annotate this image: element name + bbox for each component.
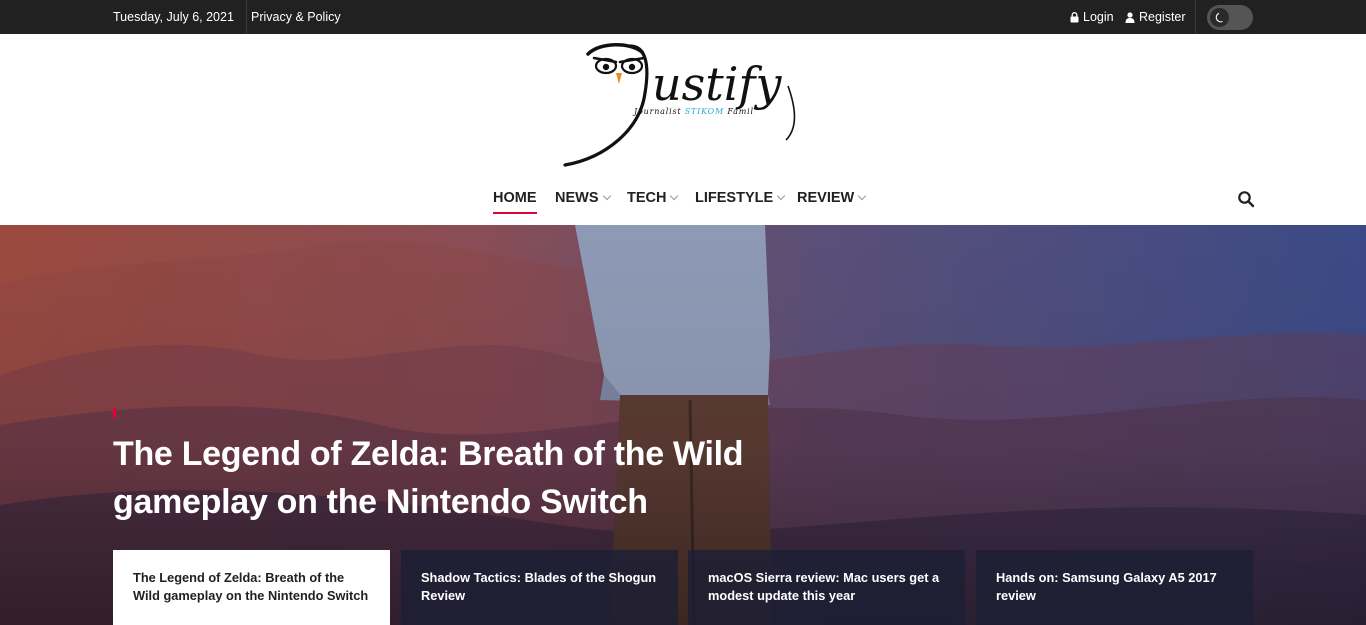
register-label: Register [1139, 10, 1186, 24]
featured-card[interactable]: Hands on: Samsung Galaxy A5 2017 review [976, 550, 1253, 625]
nav-review-label: REVIEW [797, 190, 855, 206]
nav-review[interactable]: REVIEW [797, 190, 867, 206]
nav-tech-label: TECH [627, 190, 667, 206]
privacy-policy-link[interactable]: Privacy & Policy [251, 0, 341, 34]
featured-post-cards: The Legend of Zelda: Breath of the Wild … [113, 550, 1253, 625]
featured-card[interactable]: macOS Sierra review: Mac users get a mod… [688, 550, 965, 625]
nav-home[interactable]: HOME [493, 190, 537, 214]
chevron-down-icon [776, 191, 786, 201]
current-date: Tuesday, July 6, 2021 [113, 0, 247, 34]
chevron-down-icon [670, 191, 679, 201]
top-bar: Tuesday, July 6, 2021 Privacy & Policy L… [0, 0, 1366, 34]
login-label: Login [1083, 10, 1114, 24]
main-nav: HOME NEWS TECH LIFESTYLE REVIEW [0, 170, 1366, 225]
hero-title[interactable]: The Legend of Zelda: Breath of the Wild … [113, 430, 753, 526]
topbar-divider [1195, 0, 1196, 34]
nav-home-label: HOME [493, 190, 537, 206]
register-link[interactable]: Register [1125, 0, 1186, 34]
nav-tech[interactable]: TECH [627, 190, 679, 206]
search-icon [1238, 191, 1255, 208]
logo-tagline-accent: STIKOM [685, 107, 724, 116]
nav-lifestyle[interactable]: LIFESTYLE [695, 190, 786, 206]
featured-hero[interactable]: The Legend of Zelda: Breath of the Wild … [0, 225, 1366, 625]
logo-tagline-left: Journalist [632, 107, 685, 116]
login-link[interactable]: Login [1070, 0, 1114, 34]
dark-mode-toggle[interactable] [1207, 5, 1253, 30]
nav-news[interactable]: NEWS [555, 190, 611, 206]
featured-card[interactable]: Shadow Tactics: Blades of the Shogun Rev… [401, 550, 678, 625]
site-logo[interactable]: ustify Journalist STIKOM Famil [560, 38, 810, 168]
chevron-down-icon [857, 191, 867, 201]
user-icon [1125, 11, 1135, 23]
logo-brand-text: ustify [652, 57, 782, 111]
logo-tagline-right: Famil [724, 107, 754, 116]
category-marker [113, 408, 116, 418]
search-button[interactable] [1237, 190, 1255, 208]
lock-icon [1070, 11, 1079, 22]
chevron-down-icon [602, 191, 611, 201]
featured-card-active[interactable]: The Legend of Zelda: Breath of the Wild … [113, 550, 390, 625]
svg-text:Journalist STIKOM Famil: Journalist STIKOM Famil [632, 107, 754, 116]
moon-icon [1210, 8, 1229, 27]
nav-news-label: NEWS [555, 190, 599, 206]
nav-lifestyle-label: LIFESTYLE [695, 190, 774, 206]
